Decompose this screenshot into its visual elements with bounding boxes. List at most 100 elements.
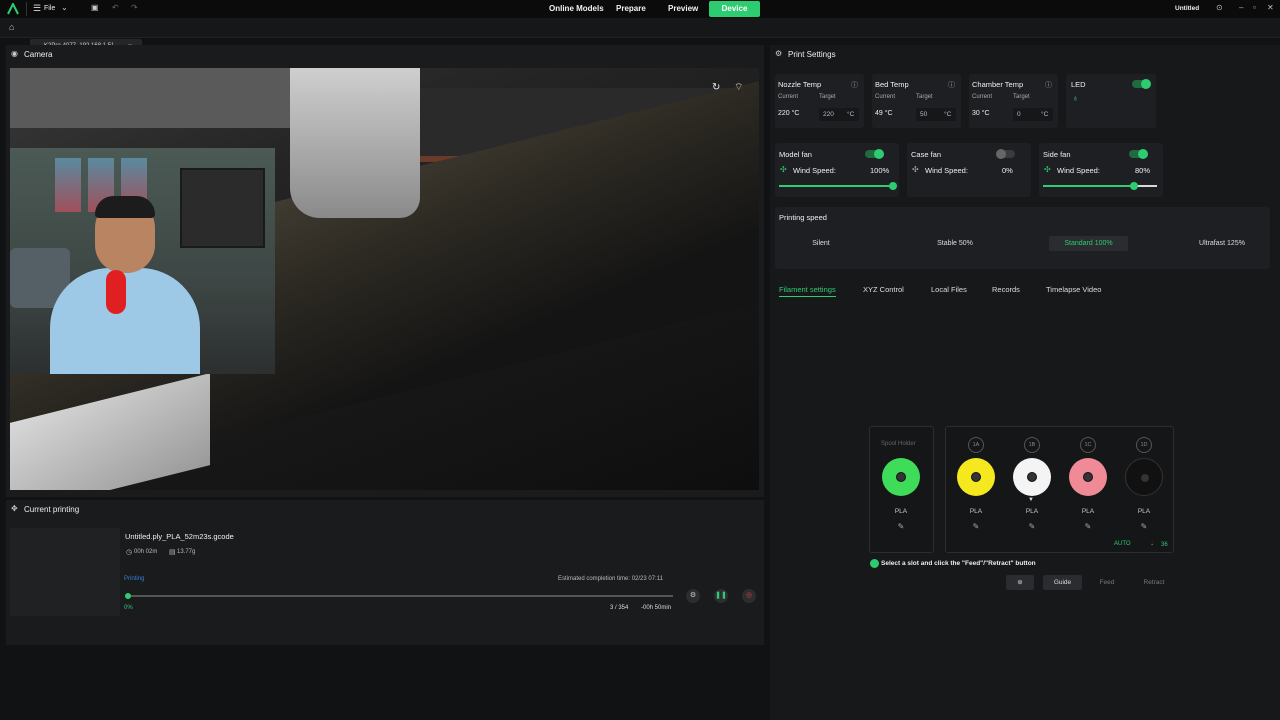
current-printing-title: Current printing [24, 505, 80, 514]
side-fan-slider-fill [1043, 185, 1135, 187]
side-fan-toggle[interactable] [1129, 149, 1148, 159]
menu-online-models[interactable]: Online Models [549, 4, 604, 13]
chamber-target-label: Target [1013, 94, 1030, 100]
menu-prepare[interactable]: Prepare [616, 4, 646, 13]
pause-button[interactable]: ❚❚ [714, 589, 728, 603]
menu-preview[interactable]: Preview [668, 4, 698, 13]
menu-device[interactable]: Device [709, 1, 760, 17]
close-icon[interactable]: ✕ [1267, 3, 1274, 12]
info-icon[interactable]: ⓘ [851, 80, 858, 90]
chamber-unit: °C [1041, 111, 1049, 118]
bed-target-value: 50 [920, 111, 928, 118]
tab-filament-settings[interactable]: Filament settings [779, 285, 836, 294]
info-icon[interactable]: ⓘ [948, 80, 955, 90]
edit-pencil-icon[interactable]: ✎ [957, 522, 995, 531]
tab-xyz-control[interactable]: XYZ Control [863, 285, 904, 294]
speed-ultrafast[interactable]: Ultrafast 125% [1192, 236, 1252, 251]
edit-pencil-icon[interactable]: ✎ [1125, 522, 1163, 531]
save-icon[interactable]: ▣ [91, 3, 99, 12]
redo-icon[interactable]: ↷ [131, 3, 138, 12]
print-settings-icon: ⚙ [775, 49, 783, 58]
chevron-down-icon[interactable]: ⌄ [61, 3, 68, 12]
model-fan-card: Model fan ✣ Wind Speed: 100% [775, 143, 899, 197]
tab-local-files[interactable]: Local Files [931, 285, 967, 294]
printing-speed-title: Printing speed [779, 213, 827, 222]
layer-count: 3 / 354 [610, 605, 629, 611]
tab-timelapse-video[interactable]: Timelapse Video [1046, 285, 1101, 294]
feed-button[interactable]: Feed [1090, 575, 1124, 590]
home-icon[interactable]: ⌂ [9, 22, 14, 32]
hamburger-menu-icon[interactable]: ☰ [33, 3, 41, 14]
slot-tag-1a: 1A [968, 437, 984, 453]
model-fan-speed-value: 100% [870, 166, 890, 175]
bed-temp-label: Bed Temp [875, 80, 909, 89]
camera-icon: ◉ [11, 49, 18, 58]
model-fan-toggle[interactable] [865, 149, 884, 159]
chamber-temp-label: Chamber Temp [972, 80, 1024, 89]
slot-1d-spool[interactable] [1125, 458, 1163, 496]
chamber-current-label: Current [972, 94, 993, 100]
edit-pencil-icon[interactable]: ✎ [1069, 522, 1107, 531]
print-settings-title: Print Settings [788, 50, 836, 59]
model-fan-label: Model fan [779, 150, 812, 159]
print-time: 00h 02m [134, 549, 158, 555]
speed-stable[interactable]: Stable 50% [925, 236, 985, 251]
chamber-temp-card: Chamber Temp ⓘ Current Target 30 °C 0 °C [969, 74, 1058, 128]
led-toggle[interactable] [1132, 79, 1151, 89]
speed-standard[interactable]: Standard 100% [1049, 236, 1128, 251]
project-name: Untitled [1175, 5, 1200, 12]
progress-dot [125, 593, 131, 599]
led-label: LED [1071, 80, 1086, 89]
case-fan-toggle[interactable] [996, 149, 1015, 159]
slot-1d-material: PLA [1137, 508, 1151, 515]
slot-1a-spool[interactable] [957, 458, 995, 496]
edit-pencil-icon[interactable]: ✎ [882, 522, 920, 531]
slot-1c-material: PLA [1081, 508, 1095, 515]
globe-icon: ⊕ [1017, 579, 1023, 586]
bed-target-input[interactable]: 50 °C [916, 108, 956, 121]
time-remaining: -00h 50min [641, 605, 672, 611]
model-fan-slider[interactable] [779, 182, 897, 190]
maximize-icon[interactable]: ▫ [1253, 3, 1256, 12]
humidity-icon: 💧︎ [1151, 541, 1154, 547]
slot-1b-spool[interactable] [1013, 458, 1051, 496]
edit-pencil-icon[interactable]: ✎ [1013, 522, 1051, 531]
chamber-target-input[interactable]: 0 °C [1013, 108, 1053, 121]
nozzle-target-value: 220 [823, 111, 834, 118]
chamber-target-value: 0 [1017, 111, 1021, 118]
nozzle-target-input[interactable]: 220 °C [819, 108, 859, 121]
bed-temp-card: Bed Temp ⓘ Current Target 49 °C 50 °C [872, 74, 961, 128]
slot-1b-material: PLA [1025, 508, 1039, 515]
side-fan-slider-knob[interactable] [1130, 182, 1139, 190]
language-button[interactable]: ⊕ [1006, 575, 1034, 590]
support-icon[interactable]: ⊙ [1216, 3, 1223, 12]
minimize-icon[interactable]: – [1239, 3, 1243, 12]
auto-label[interactable]: AUTO [1114, 541, 1131, 547]
file-menu[interactable]: File [44, 5, 55, 12]
spool-holder-spool[interactable] [882, 458, 920, 496]
settings-adjust-button[interactable]: ⚙ [686, 589, 700, 603]
progress-percent: 0% [124, 605, 133, 611]
speed-silent[interactable]: Silent [795, 236, 847, 251]
retract-button[interactable]: Retract [1136, 575, 1172, 590]
slot-tag-1d: 1D [1136, 437, 1152, 453]
tab-records[interactable]: Records [992, 285, 1020, 294]
undo-icon[interactable]: ↶ [112, 3, 119, 12]
slot-1c-spool[interactable] [1069, 458, 1107, 496]
webcam-overlay [10, 148, 275, 374]
side-fan-speed-label: Wind Speed: [1057, 166, 1100, 175]
model-fan-speed-label: Wind Speed: [793, 166, 836, 175]
info-icon[interactable]: ⓘ [1045, 80, 1052, 90]
guide-button[interactable]: Guide [1043, 575, 1082, 590]
fan-icon: ✣ [912, 165, 919, 174]
nozzle-target-label: Target [819, 94, 836, 100]
nozzle-unit: °C [847, 111, 855, 118]
chamber-current-value: 30 °C [972, 110, 990, 117]
fan-icon: ✣ [1044, 165, 1051, 174]
refresh-icon[interactable]: ↻ [712, 82, 720, 93]
app-logo-icon [7, 3, 19, 15]
model-fan-slider-knob[interactable] [889, 182, 897, 190]
led-card: LED ♁ [1066, 74, 1156, 128]
side-fan-slider[interactable] [1043, 182, 1157, 190]
stop-button[interactable]: ◎ [742, 589, 756, 603]
